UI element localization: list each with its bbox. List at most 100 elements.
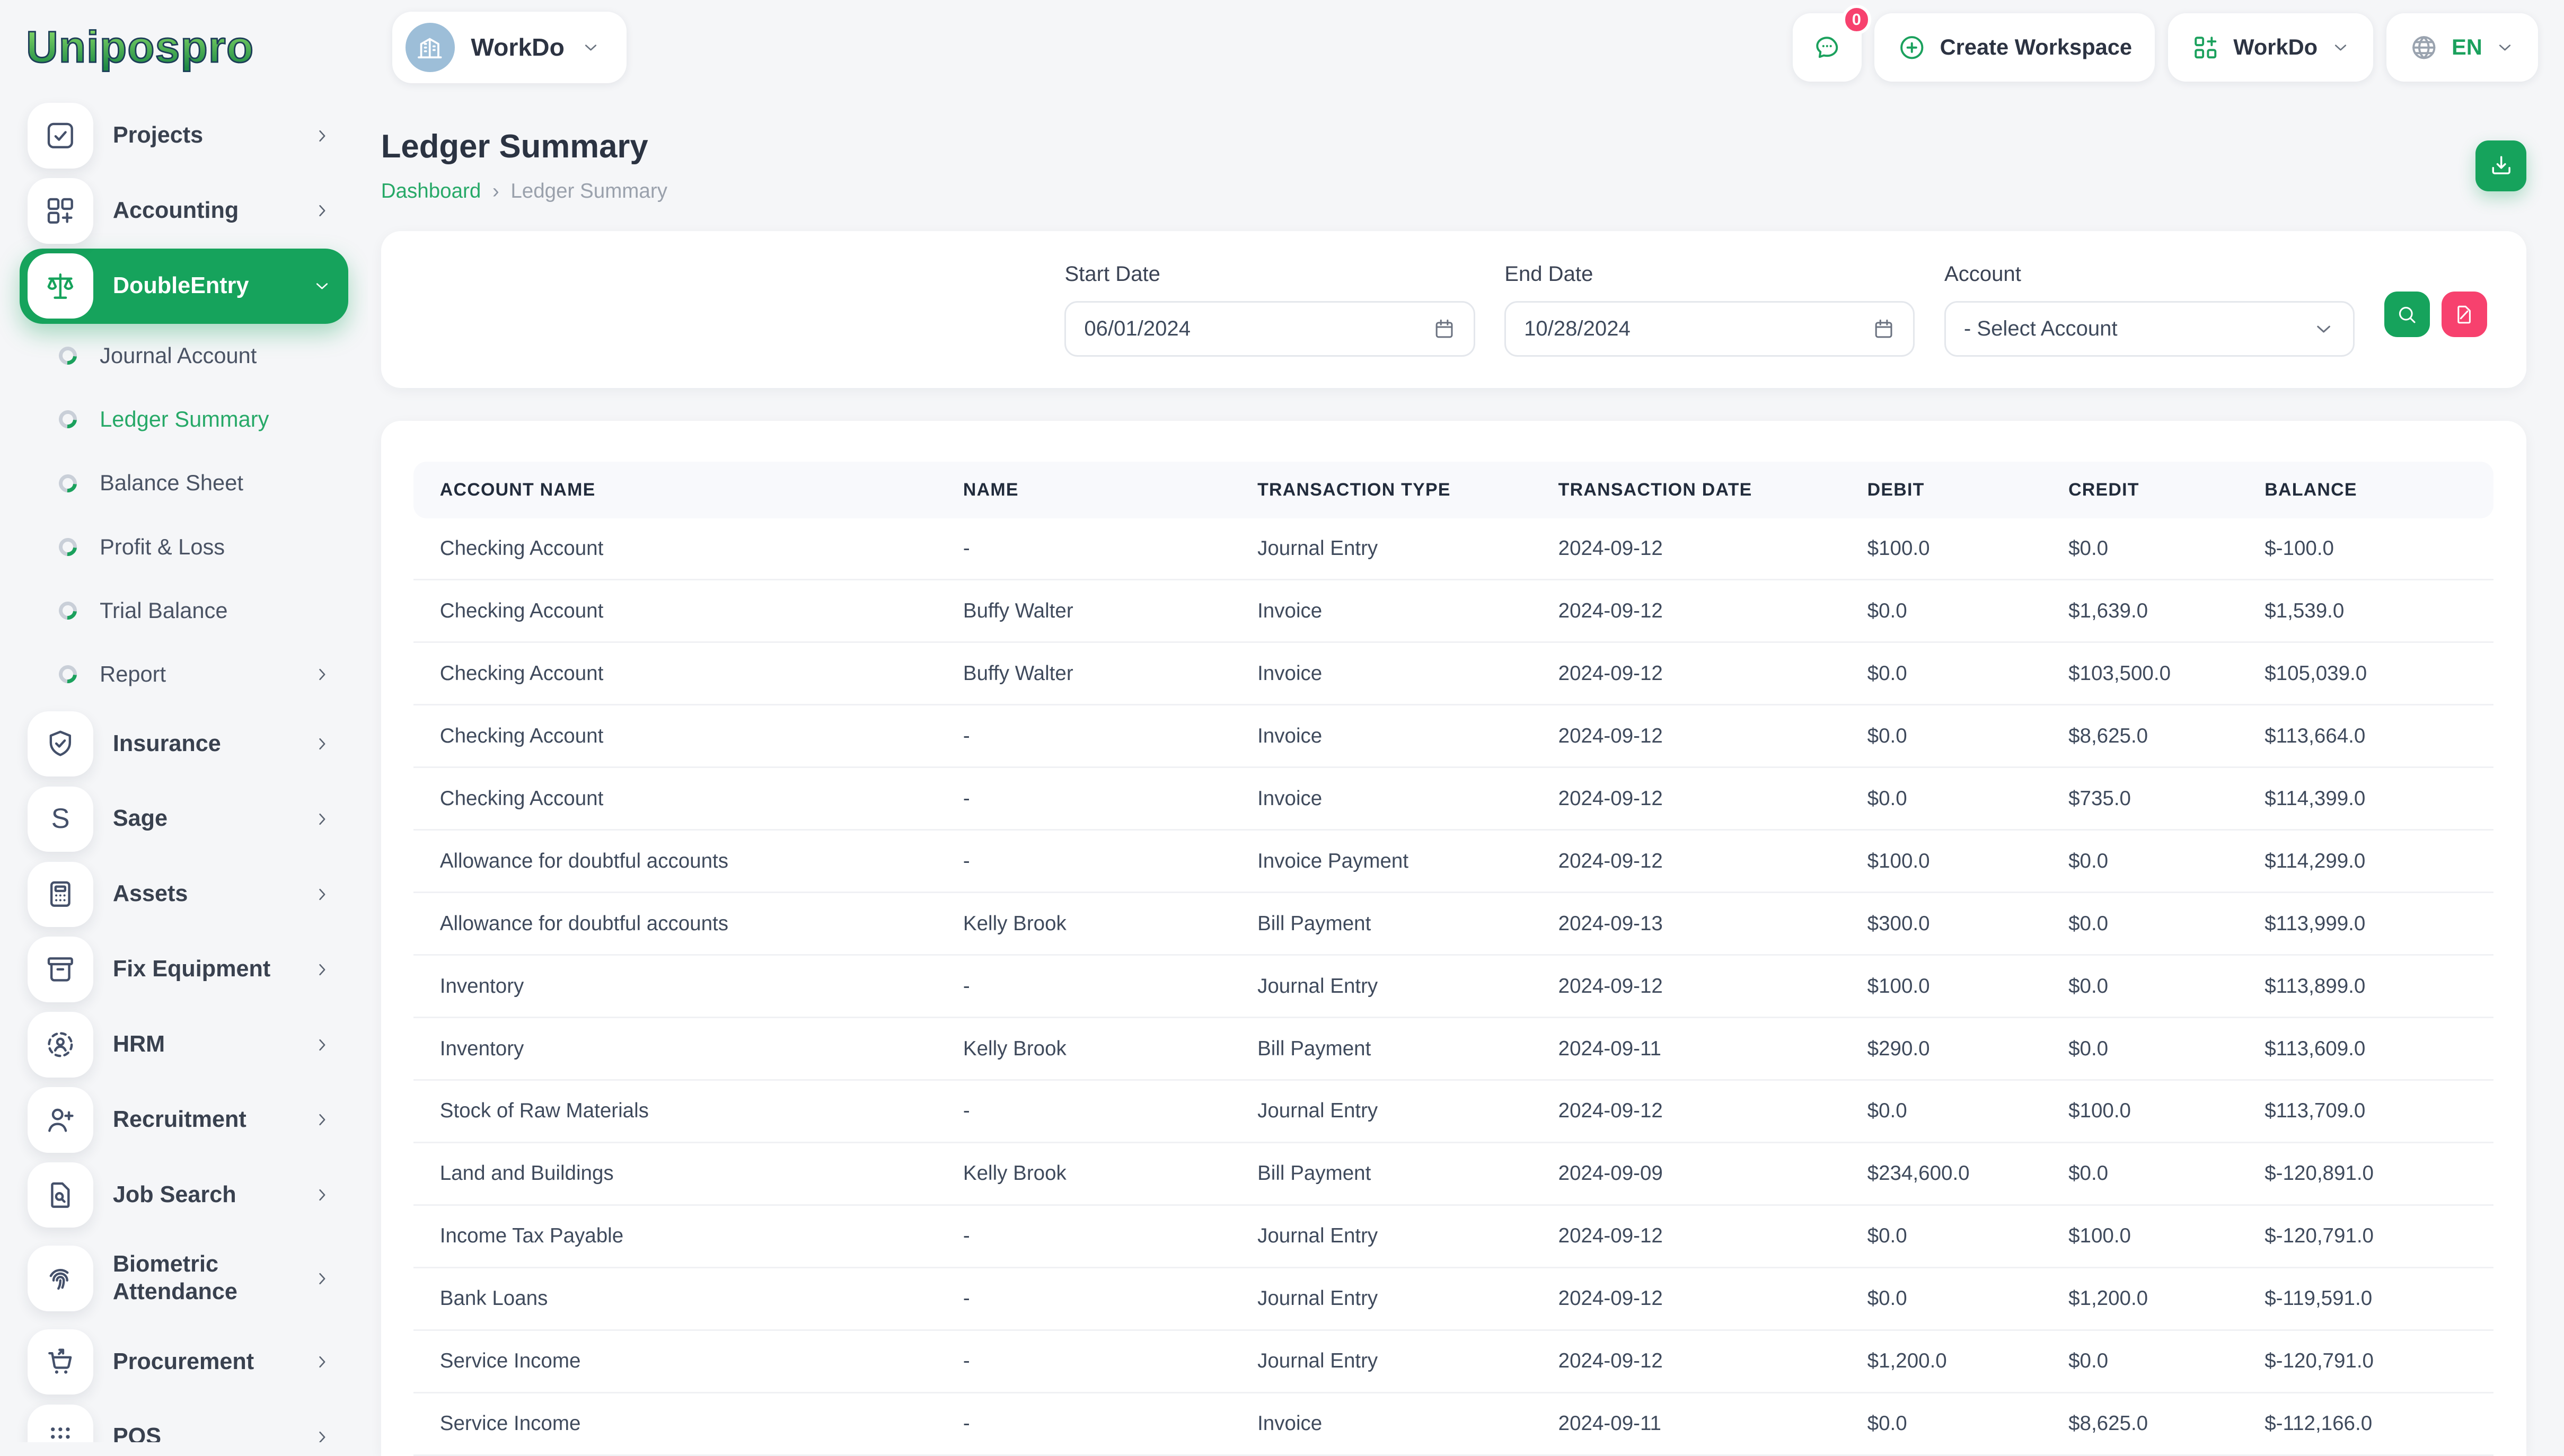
language-button[interactable]: EN	[2386, 13, 2538, 82]
archive-box-icon	[28, 937, 93, 1002]
start-date-input[interactable]: 06/01/2024	[1064, 301, 1475, 357]
checkbox-icon	[28, 103, 93, 168]
sidebar-item-doubleentry[interactable]: DoubleEntry	[20, 249, 348, 324]
column-header-debit: DEBIT	[1841, 462, 2042, 518]
cell-name: Buffy Walter	[937, 642, 1231, 705]
cell-debit: $0.0	[1841, 1080, 2042, 1142]
workspace-chip-label: WorkDo	[471, 33, 565, 61]
sidebar-item-label: HRM	[113, 1031, 165, 1058]
cell-credit: $103,500.0	[2042, 642, 2239, 705]
cell-name: -	[937, 705, 1231, 767]
sidebar-item-balance-sheet[interactable]: Balance Sheet	[20, 451, 348, 515]
table-row: Bank Loans-Journal Entry2024-09-12$0.0$1…	[413, 1267, 2493, 1330]
table-row: Income Tax Payable-Journal Entry2024-09-…	[413, 1205, 2493, 1267]
table-row: Service Income-Journal Entry2024-09-12$1…	[413, 1330, 2493, 1392]
table-row: Allowance for doubtful accounts-Invoice …	[413, 830, 2493, 893]
breadcrumb-separator: ›	[492, 180, 499, 203]
cell-account-name: Checking Account	[413, 642, 937, 705]
sidebar-item-label: Procurement	[113, 1348, 254, 1376]
chevron-right-icon	[312, 734, 332, 754]
sidebar-item-ledger-summary[interactable]: Ledger Summary	[20, 387, 348, 451]
sidebar-item-label: Recruitment	[113, 1106, 246, 1134]
sidebar-item-projects[interactable]: Projects	[20, 98, 348, 173]
sidebar-subitem-label: Profit & Loss	[100, 534, 225, 560]
bullet-icon	[55, 598, 81, 623]
filter-card: Start Date 06/01/2024 End Date 10/28/202…	[381, 231, 2526, 388]
search-button[interactable]	[2384, 292, 2430, 337]
sidebar-item-journal-account[interactable]: Journal Account	[20, 324, 348, 387]
cell-transaction-type: Invoice	[1231, 767, 1532, 830]
sidebar-item-sage[interactable]: SSage	[20, 781, 348, 857]
cell-debit: $100.0	[1841, 518, 2042, 580]
sidebar-item-trial-balance[interactable]: Trial Balance	[20, 579, 348, 642]
cell-transaction-date: 2024-09-11	[1532, 1392, 1841, 1455]
main-content: Ledger Summary Dashboard › Ledger Summar…	[381, 95, 2526, 1456]
column-header-balance: BALANCE	[2239, 462, 2493, 518]
workspace-menu-button[interactable]: WorkDo	[2168, 13, 2373, 82]
sidebar-item-assets[interactable]: Assets	[20, 857, 348, 932]
download-button[interactable]	[2475, 140, 2526, 191]
sidebar-item-biometric-attendance[interactable]: Biometric Attendance	[20, 1233, 348, 1325]
cell-debit: $0.0	[1841, 1205, 2042, 1267]
cell-credit: $0.0	[2042, 830, 2239, 893]
bullet-icon	[55, 471, 81, 496]
grid-plus-icon	[2191, 33, 2221, 63]
sidebar-item-hrm[interactable]: HRM	[20, 1007, 348, 1082]
chevron-down-icon	[2331, 38, 2350, 57]
sidebar-item-fix-equipment[interactable]: Fix Equipment	[20, 932, 348, 1007]
reset-button[interactable]	[2442, 292, 2487, 337]
sidebar-subitem-label: Journal Account	[100, 343, 257, 368]
end-date-input[interactable]: 10/28/2024	[1504, 301, 1915, 357]
sidebar-subitem-label: Trial Balance	[100, 598, 227, 623]
cell-transaction-type: Bill Payment	[1231, 1018, 1532, 1080]
cell-account-name: Land and Buildings	[413, 1142, 937, 1205]
cell-name: -	[937, 518, 1231, 580]
sidebar-item-job-search[interactable]: Job Search	[20, 1158, 348, 1233]
table-row: Service Income-Invoice2024-09-11$0.0$8,6…	[413, 1392, 2493, 1455]
sidebar-item-procurement[interactable]: Procurement	[20, 1324, 348, 1399]
cell-account-name: Checking Account	[413, 580, 937, 642]
page-header: Ledger Summary Dashboard › Ledger Summar…	[381, 95, 2526, 203]
sidebar-item-label: Biometric Attendance	[113, 1251, 283, 1306]
breadcrumb-dashboard-link[interactable]: Dashboard	[381, 180, 481, 203]
table-row: Checking AccountBuffy WalterInvoice2024-…	[413, 580, 2493, 642]
chevron-right-icon	[312, 1035, 332, 1055]
chevron-right-icon	[312, 1269, 332, 1289]
sidebar-item-label: Fix Equipment	[113, 956, 270, 983]
bullet-icon	[55, 661, 81, 687]
sidebar-item-profit-loss[interactable]: Profit & Loss	[20, 515, 348, 579]
workspace-menu-label: WorkDo	[2233, 34, 2318, 60]
ledger-table: ACCOUNT NAMENAMETRANSACTION TYPETRANSACT…	[413, 462, 2493, 1456]
sidebar-item-label: Insurance	[113, 730, 221, 758]
cell-account-name: Inventory	[413, 955, 937, 1018]
cell-debit: $0.0	[1841, 767, 2042, 830]
cell-balance: $105,039.0	[2239, 642, 2493, 705]
sidebar-item-insurance[interactable]: Insurance	[20, 707, 348, 782]
table-row: Land and BuildingsKelly BrookBill Paymen…	[413, 1142, 2493, 1205]
chevron-right-icon	[312, 1352, 332, 1372]
category-plus-icon	[28, 178, 93, 243]
messages-button[interactable]: 0	[1793, 13, 1862, 82]
cell-transaction-type: Invoice	[1231, 642, 1532, 705]
cell-debit: $1,200.0	[1841, 1330, 2042, 1392]
sidebar-item-pos[interactable]: POS	[20, 1399, 348, 1442]
sidebar-item-recruitment[interactable]: Recruitment	[20, 1082, 348, 1158]
workspace-chip[interactable]: WorkDo	[392, 12, 627, 84]
cell-balance: $114,399.0	[2239, 767, 2493, 830]
sidebar-item-label: POS	[113, 1423, 161, 1442]
table-row: Checking Account-Invoice2024-09-12$0.0$8…	[413, 705, 2493, 767]
dots-grid-icon	[28, 1405, 93, 1442]
create-workspace-button[interactable]: Create Workspace	[1874, 13, 2155, 82]
sidebar-item-accounting[interactable]: Accounting	[20, 173, 348, 249]
calendar-icon	[1433, 317, 1456, 340]
chevron-right-icon	[312, 960, 332, 980]
cell-balance: $-120,791.0	[2239, 1330, 2493, 1392]
calculator-icon	[28, 862, 93, 927]
cell-debit: $0.0	[1841, 1267, 2042, 1330]
bullet-icon	[55, 534, 81, 560]
column-header-transaction-date: TRANSACTION DATE	[1532, 462, 1841, 518]
cell-account-name: Allowance for doubtful accounts	[413, 893, 937, 955]
sidebar-item-report[interactable]: Report	[20, 642, 348, 706]
account-select[interactable]: - Select Account	[1944, 301, 2355, 357]
table-row: Checking Account-Invoice2024-09-12$0.0$7…	[413, 767, 2493, 830]
